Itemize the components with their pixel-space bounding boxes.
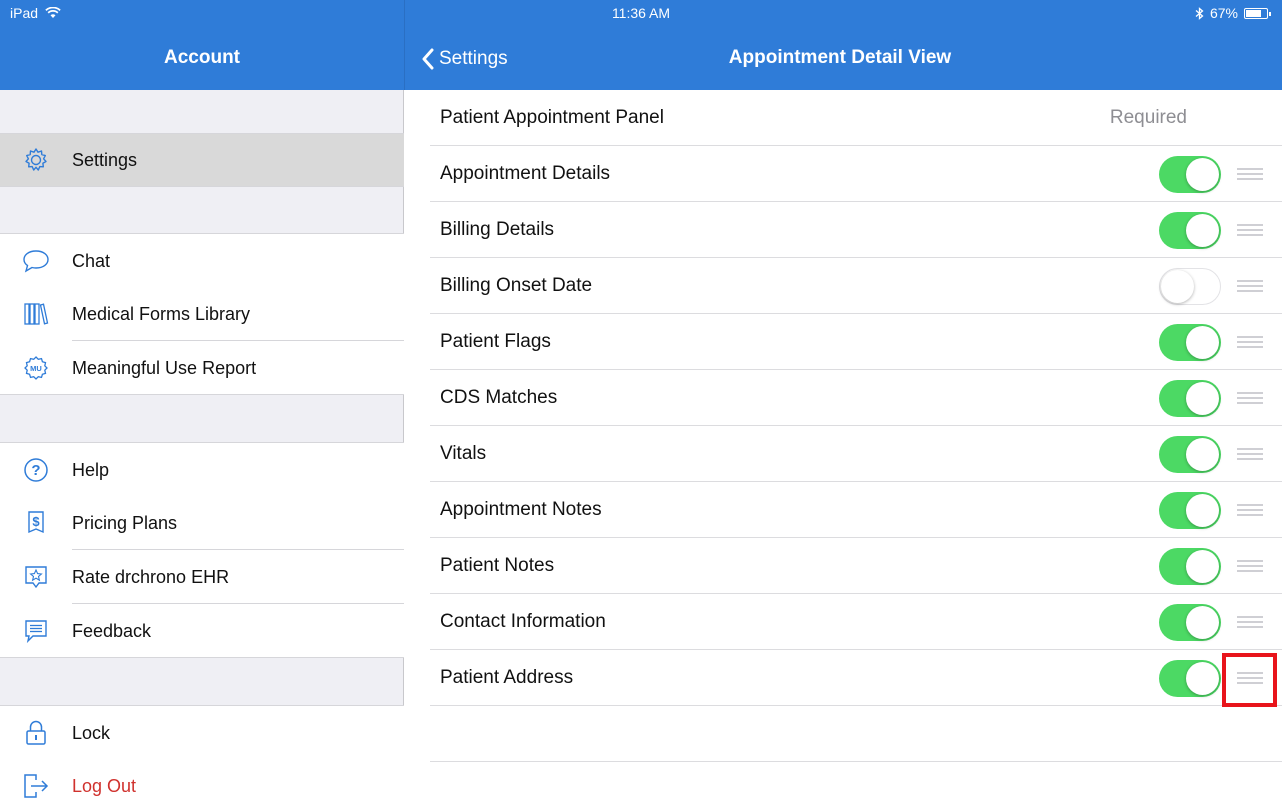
sidebar-item-meaningful-use-report[interactable]: MU Meaningful Use Report xyxy=(0,341,404,395)
row-patient-address: Patient Address xyxy=(430,650,1282,706)
toggle-switch[interactable] xyxy=(1159,268,1221,305)
row-label: Patient Address xyxy=(440,666,574,688)
row-appointment-details: Appointment Details xyxy=(430,146,1282,202)
battery-indicator: 67% xyxy=(1195,5,1271,21)
top-bar: iPad 11:36 AM 67% Account Settings Appoi… xyxy=(0,0,1282,90)
highlight-box xyxy=(1222,653,1277,707)
sidebar-item-label: Lock xyxy=(72,706,404,760)
gear-icon xyxy=(0,147,72,173)
svg-text:$: $ xyxy=(32,514,40,529)
row-label: Patient Flags xyxy=(440,330,551,352)
toggle-switch[interactable] xyxy=(1159,212,1221,249)
reorder-handle-icon[interactable] xyxy=(1237,392,1263,404)
reorder-handle-icon[interactable] xyxy=(1237,336,1263,348)
row-label: CDS Matches xyxy=(440,386,558,408)
chevron-left-icon xyxy=(422,48,434,70)
row-label: Vitals xyxy=(440,442,487,464)
row-label: Billing Onset Date xyxy=(440,274,593,296)
reorder-handle-icon[interactable] xyxy=(1237,224,1263,236)
sidebar-item-label: Feedback xyxy=(72,620,152,641)
reorder-handle-icon[interactable] xyxy=(1237,616,1263,628)
toggle-switch[interactable] xyxy=(1159,436,1221,473)
reorder-handle-icon[interactable] xyxy=(1237,504,1263,516)
row-patient-flags: Patient Flags xyxy=(430,314,1282,370)
row-label: Contact Information xyxy=(440,610,606,632)
sidebar-item-label: Chat xyxy=(72,234,404,288)
sidebar-item-pricing-plans[interactable]: $ Pricing Plans xyxy=(0,496,404,550)
navbar-divider xyxy=(404,0,405,90)
row-label: Appointment Notes xyxy=(440,498,602,520)
row-billing-onset-date: Billing Onset Date xyxy=(430,258,1282,314)
sidebar-item-medical-forms-library[interactable]: Medical Forms Library xyxy=(0,287,404,341)
reorder-handle-icon[interactable] xyxy=(1237,168,1263,180)
list-footer-divider xyxy=(430,761,1282,762)
toggle-switch[interactable] xyxy=(1159,548,1221,585)
sidebar-item-help[interactable]: ? Help xyxy=(0,442,404,497)
toggle-switch[interactable] xyxy=(1159,660,1221,697)
sidebar-item-log-out[interactable]: Log Out xyxy=(0,759,404,805)
svg-text:?: ? xyxy=(31,462,40,479)
sidebar-item-feedback[interactable]: Feedback xyxy=(0,604,404,658)
row-label: Appointment Details xyxy=(440,162,611,184)
toggle-switch[interactable] xyxy=(1159,380,1221,417)
status-bar: iPad 11:36 AM 67% xyxy=(0,0,1282,26)
sidebar-item-label: Rate drchrono EHR xyxy=(72,550,404,604)
toggle-switch[interactable] xyxy=(1159,604,1221,641)
appointment-detail-list: Patient Appointment Panel Required Appoi… xyxy=(405,90,1282,805)
reorder-handle-icon[interactable] xyxy=(1237,280,1263,292)
status-time: 11:36 AM xyxy=(611,5,671,21)
back-button[interactable]: Settings xyxy=(421,48,508,70)
dollar-icon: $ xyxy=(0,510,72,536)
reorder-handle-icon[interactable] xyxy=(1237,560,1263,572)
sidebar-item-label: Settings xyxy=(72,150,138,170)
required-label: Required xyxy=(1109,106,1187,128)
question-icon: ? xyxy=(0,457,72,483)
sidebar-item-label: Log Out xyxy=(72,776,137,796)
sidebar: Settings Chat Medical Forms Library MU M… xyxy=(0,90,404,805)
lock-icon xyxy=(0,719,72,747)
battery-icon xyxy=(1244,7,1271,19)
row-vitals: Vitals xyxy=(430,426,1282,482)
row-appointment-notes: Appointment Notes xyxy=(430,482,1282,538)
row-label: Patient Notes xyxy=(440,554,555,576)
row-contact-information: Contact Information xyxy=(430,594,1282,650)
chat-bubble-icon xyxy=(0,248,72,274)
sidebar-item-rate-app[interactable]: Rate drchrono EHR xyxy=(0,550,404,604)
sidebar-item-label: Meaningful Use Report xyxy=(72,357,257,378)
logout-icon xyxy=(0,773,72,799)
sidebar-item-label: Medical Forms Library xyxy=(72,287,404,341)
back-button-label: Settings xyxy=(439,48,508,69)
bluetooth-icon xyxy=(1195,6,1204,20)
row-label: Billing Details xyxy=(440,218,555,240)
row-billing-details: Billing Details xyxy=(430,202,1282,258)
toggle-switch[interactable] xyxy=(1159,324,1221,361)
page-title: Appointment Detail View xyxy=(728,47,952,68)
sidebar-item-label: Help xyxy=(72,443,404,497)
sidebar-title: Account xyxy=(164,47,240,68)
sidebar-item-label: Pricing Plans xyxy=(72,496,404,550)
feedback-icon xyxy=(0,618,72,644)
sidebar-item-chat[interactable]: Chat xyxy=(0,233,404,288)
toggle-switch[interactable] xyxy=(1159,156,1221,193)
reorder-handle-icon[interactable] xyxy=(1237,448,1263,460)
library-icon xyxy=(0,301,72,327)
mu-badge-icon: MU xyxy=(0,355,72,381)
star-icon xyxy=(0,564,72,590)
row-patient-notes: Patient Notes xyxy=(430,538,1282,594)
sidebar-item-settings[interactable]: Settings xyxy=(0,133,404,187)
row-cds-matches: CDS Matches xyxy=(430,370,1282,426)
svg-text:MU: MU xyxy=(30,364,42,373)
battery-percent: 67% xyxy=(1209,5,1238,21)
row-patient-appointment-panel: Patient Appointment Panel Required xyxy=(430,90,1282,146)
sidebar-item-lock[interactable]: Lock xyxy=(0,705,404,760)
toggle-switch[interactable] xyxy=(1159,492,1221,529)
